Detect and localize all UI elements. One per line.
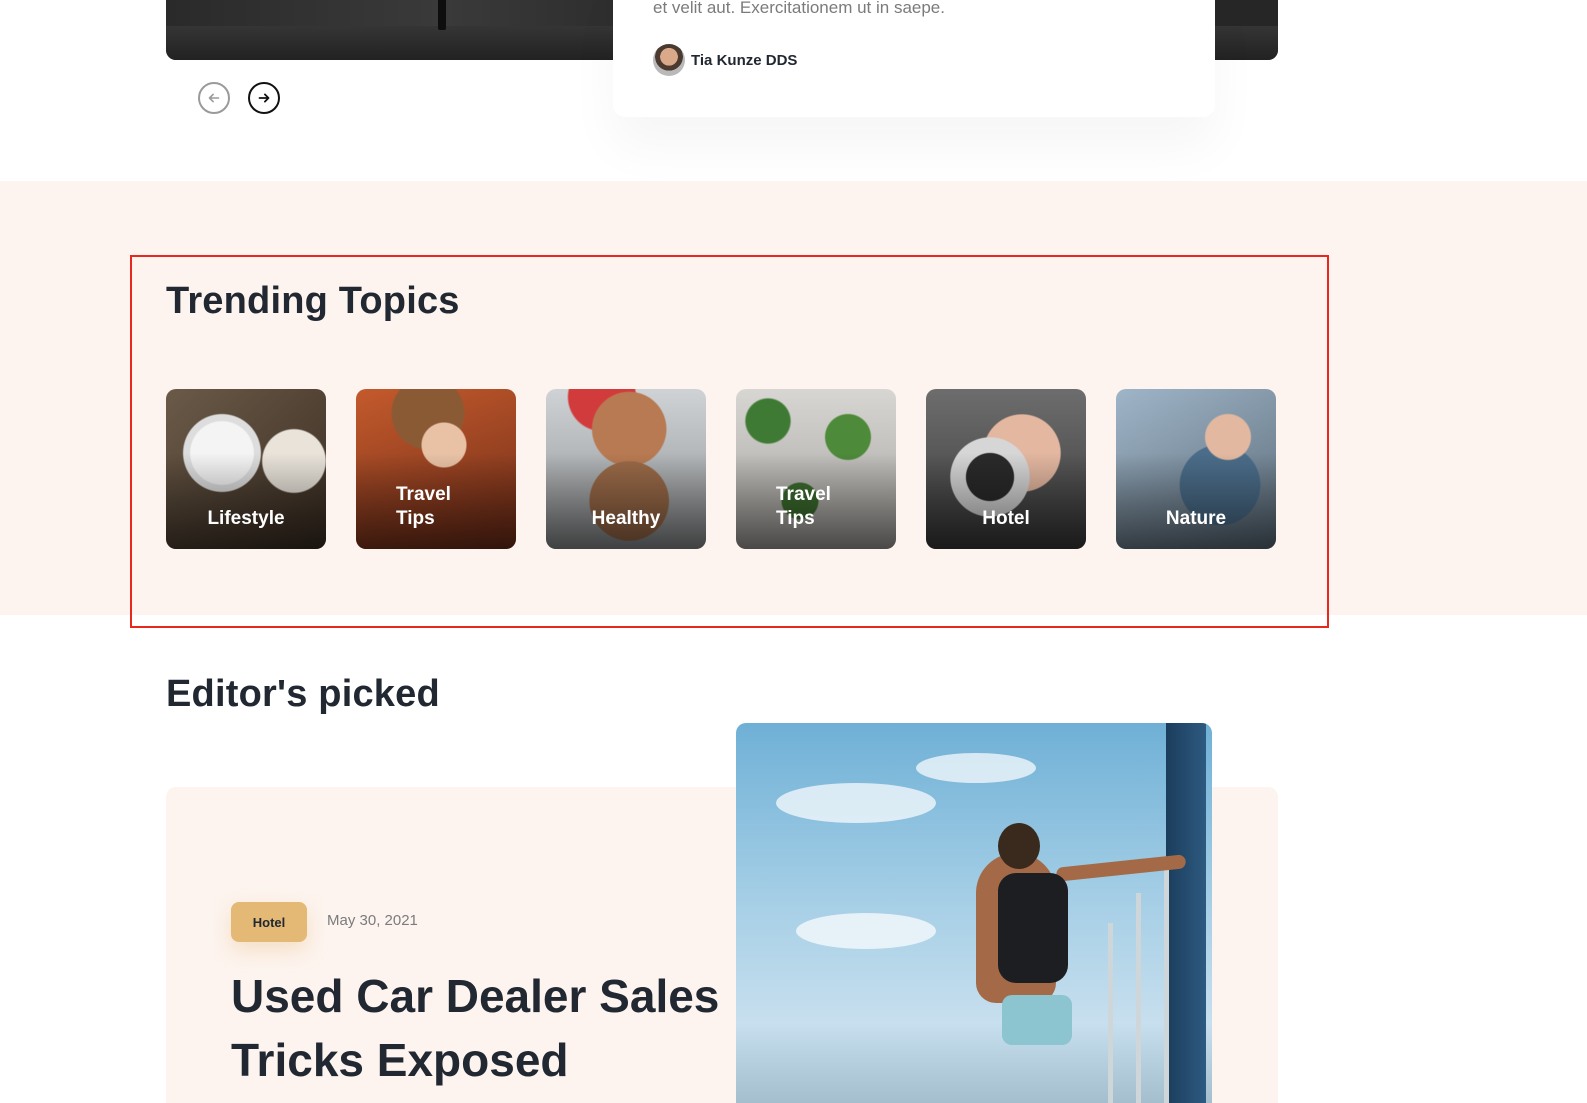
image-shorts	[1002, 995, 1072, 1045]
topic-card-healthy[interactable]: Healthy	[546, 389, 706, 549]
topic-label: Hotel	[982, 508, 1030, 529]
image-cloud	[916, 753, 1036, 783]
image-mast	[1166, 723, 1206, 1103]
topic-card-nature[interactable]: Nature	[1116, 389, 1276, 549]
featured-slide-card: et velit aut. Exercitationem ut in saepe…	[613, 0, 1215, 117]
topic-label: Lifestyle	[207, 508, 285, 529]
image-backpack	[998, 873, 1068, 983]
image-cloud	[776, 783, 936, 823]
image-rail	[1164, 863, 1169, 1103]
post-category-badge[interactable]: Hotel	[231, 902, 307, 942]
topic-list: Lifestyle Travel Tips Healthy Travel Tip…	[166, 389, 1276, 549]
arrow-left-icon	[208, 93, 220, 103]
image-person-head	[998, 823, 1040, 869]
image-rail	[1136, 893, 1141, 1103]
featured-author[interactable]: Tia Kunze DDS	[653, 44, 797, 76]
topic-label: Nature	[1165, 508, 1227, 529]
trending-title: Trending Topics	[166, 280, 460, 322]
page: et velit aut. Exercitationem ut in saepe…	[0, 0, 1587, 1103]
image-cloud	[796, 913, 936, 949]
featured-excerpt: et velit aut. Exercitationem ut in saepe…	[653, 0, 945, 17]
post-date: May 30, 2021	[327, 912, 418, 929]
editors-picked-title: Editor's picked	[166, 673, 440, 715]
image-rail	[1108, 923, 1113, 1103]
topic-card-travel-tips[interactable]: Travel Tips	[356, 389, 516, 549]
topic-card-hotel[interactable]: Hotel	[926, 389, 1086, 549]
arrow-right-icon	[258, 93, 270, 103]
slider-prev-button[interactable]	[198, 82, 230, 114]
topic-card-travel-tips-2[interactable]: Travel Tips	[736, 389, 896, 549]
topic-overlay	[546, 453, 706, 549]
slider-next-button[interactable]	[248, 82, 280, 114]
post-image[interactable]	[736, 723, 1212, 1103]
image-pole	[438, 0, 446, 30]
topic-label: Travel Tips	[776, 484, 831, 529]
topic-label: Travel Tips	[396, 484, 451, 529]
author-name[interactable]: Tia Kunze DDS	[691, 52, 797, 69]
topic-label: Healthy	[591, 508, 661, 529]
topic-overlay	[166, 453, 326, 549]
topic-overlay	[926, 453, 1086, 549]
slider-navigation	[198, 82, 280, 114]
author-avatar	[653, 44, 685, 76]
post-title[interactable]: Used Car Dealer Sales Tricks Exposed	[231, 964, 731, 1092]
topic-card-lifestyle[interactable]: Lifestyle	[166, 389, 326, 549]
topic-overlay	[1116, 453, 1276, 549]
